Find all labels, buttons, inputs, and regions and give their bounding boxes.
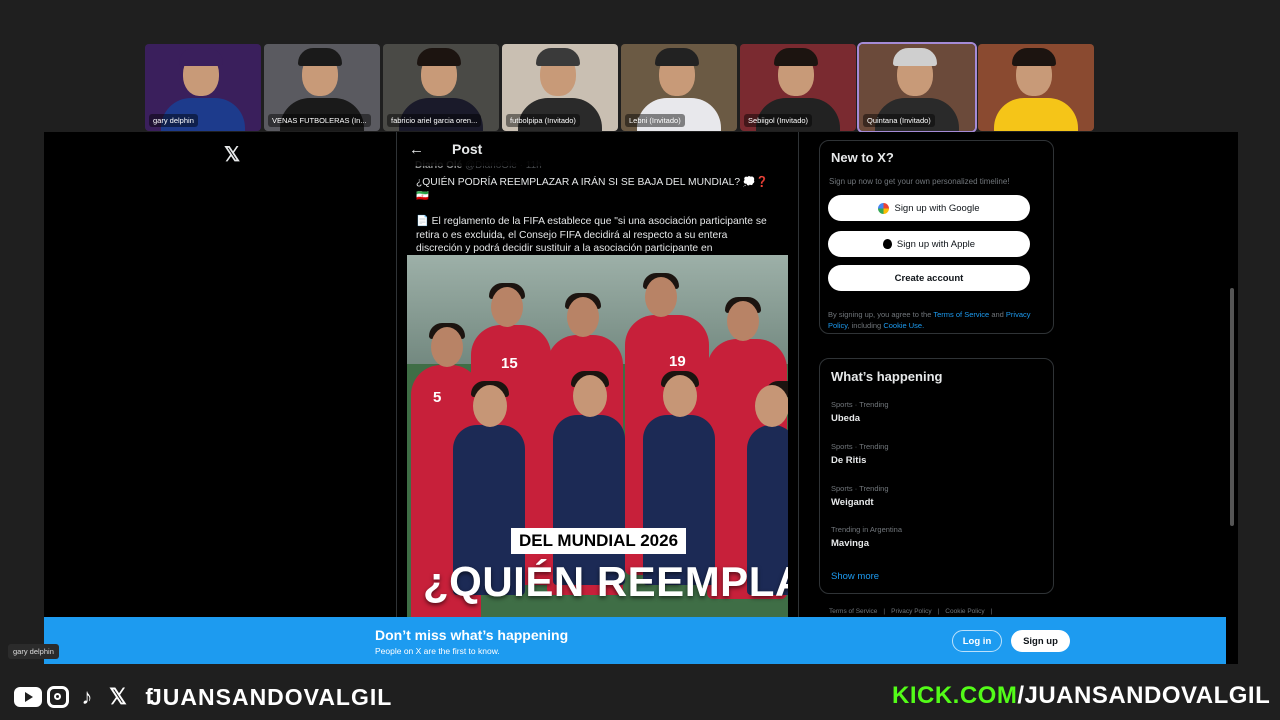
apple-signup-label: Sign up with Apple: [896, 238, 976, 250]
post-header: ← Post: [397, 132, 798, 166]
create-account-button[interactable]: Create account: [828, 265, 1030, 291]
google-signup-button[interactable]: Sign up with Google: [828, 195, 1030, 221]
footer-separator: |: [937, 608, 940, 615]
participant-hair: [774, 48, 818, 66]
legal-pre: By signing up, you agree to the: [828, 310, 932, 319]
jersey-number: 15: [501, 355, 518, 372]
banner-title: Don’t miss what’s happening: [375, 627, 569, 643]
post-column: ← Post Diario Olé @DiarioOle · 11h ¿QUIÉ…: [396, 132, 799, 664]
participant-tile[interactable]: fabricio ariel garcia oren...: [383, 44, 499, 131]
legal-and: and: [991, 310, 1004, 319]
x-logo-icon[interactable]: 𝕏: [224, 142, 240, 167]
participant-hair: [536, 48, 580, 66]
apple-signup-button[interactable]: Sign up with Apple: [828, 231, 1030, 257]
participant-name: fabricio ariel garcia oren...: [387, 114, 482, 127]
jersey-number: 5: [433, 389, 442, 406]
panel-title: What’s happening: [831, 369, 943, 384]
participant-name: futbolpipa (Invitado): [506, 114, 580, 127]
participant-tile[interactable]: Quintana (Invitado): [857, 42, 977, 133]
participant-hair: [655, 48, 699, 66]
panel-title: New to X?: [831, 150, 894, 165]
participant-strip: gary delphin VENAS FUTBOLERAS (In... fabri…: [145, 42, 1094, 133]
signup-legal-text: By signing up, you agree to the Terms of…: [828, 309, 1043, 331]
kick-domain: KICK.COM: [892, 682, 1018, 709]
participant-hair: [417, 48, 461, 66]
social-icons: ♪ 𝕏 f: [14, 684, 162, 710]
trend-name: De Ritis: [831, 455, 867, 466]
stream-layout: gary delphin VENAS FUTBOLERAS (In... fabri…: [0, 0, 1280, 720]
participant-name: Quintana (Invitado): [863, 114, 935, 127]
scrollbar-thumb[interactable]: [1230, 288, 1234, 526]
terms-footer-link[interactable]: Terms of Service: [829, 608, 877, 615]
participant-hair: [1012, 48, 1056, 66]
trend-category: Sports · Trending: [831, 484, 889, 493]
jersey-number: 19: [669, 353, 686, 370]
trend-category: Trending in Argentina: [831, 525, 903, 534]
footer-links: Terms of Service | Privacy Policy | Cook…: [829, 608, 992, 615]
participant-body: [994, 98, 1078, 131]
trend-category: Sports · Trending: [831, 400, 889, 409]
kick-path: /JUANSANDOVALGIL: [1017, 682, 1271, 709]
participant-tile[interactable]: gary delphin: [145, 44, 261, 131]
participant-name: Sebiigol (Invitado): [744, 114, 813, 127]
page-scrollbar[interactable]: [1230, 138, 1234, 658]
privacy-footer-link[interactable]: Privacy Policy: [891, 608, 931, 615]
participant-hair: [179, 48, 223, 66]
tweet-line-2: 📄 El reglamento de la FIFA establece que…: [416, 216, 767, 255]
trend-item[interactable]: Sports · Trending De Ritis: [831, 442, 889, 466]
signup-button[interactable]: Sign up: [1011, 630, 1070, 652]
banner-subtitle: People on X are the first to know.: [375, 646, 500, 656]
back-arrow-icon[interactable]: ←: [409, 141, 424, 158]
trend-name: Weigandt: [831, 497, 874, 508]
cookie-footer-link[interactable]: Cookie Policy: [945, 608, 984, 615]
kick-channel: KICK.COM/JUANSANDOVALGIL: [892, 682, 1270, 710]
footer-separator: |: [990, 608, 993, 615]
participant-tile[interactable]: futbolpipa (Invitado): [502, 44, 618, 131]
participant-name: VENAS FUTBOLERAS (In...: [268, 114, 371, 127]
image-banner: DEL MUNDIAL 2026: [511, 528, 687, 554]
cookie-link[interactable]: Cookie Use.: [883, 321, 924, 330]
google-signup-label: Sign up with Google: [894, 202, 980, 214]
participant-hair: [893, 48, 937, 66]
image-headline: ¿QUIÉN REEMPLAZA: [423, 558, 788, 605]
trend-item[interactable]: Trending in Argentina Mavinga: [831, 525, 902, 549]
tweet-media-image[interactable]: 5 15 19 DEL MUNDIAL 2026 ¿QUIÉN REEMPLAZ…: [407, 255, 788, 664]
trend-name: Mavinga: [831, 538, 870, 549]
instagram-icon: [47, 686, 69, 708]
login-button[interactable]: Log in: [952, 630, 1002, 652]
participant-tile[interactable]: Lebni (Invitado): [621, 44, 737, 131]
trend-name: Ubeda: [831, 413, 861, 424]
terms-link[interactable]: Terms of Service: [933, 310, 989, 319]
google-icon: [878, 202, 890, 214]
participant-tile[interactable]: VENAS FUTBOLERAS (In...: [264, 44, 380, 131]
participant-tile[interactable]: [978, 44, 1094, 131]
participant-tile[interactable]: Sebiigol (Invitado): [740, 44, 856, 131]
screen-share: 𝕏 ← Post Diario Olé @DiarioOle · 11h ¿QU…: [44, 132, 1238, 664]
streamer-handle: JUANSANDOVALGIL: [149, 684, 393, 710]
whats-happening-panel: What’s happening Sports · Trending Ubeda…: [819, 358, 1054, 594]
footer-separator: |: [883, 608, 886, 615]
youtube-icon: [14, 687, 42, 707]
trend-category: Sports · Trending: [831, 442, 889, 451]
participant-name: gary delphin: [149, 114, 198, 127]
signup-banner: Don’t miss what’s happening People on X …: [44, 617, 1226, 664]
x-icon: 𝕏: [109, 684, 127, 709]
new-to-x-panel: New to X? Sign up now to get your own pe…: [819, 140, 1054, 334]
trend-item[interactable]: Sports · Trending Ubeda: [831, 400, 889, 424]
tiktok-icon: ♪: [81, 684, 93, 709]
speaker-name-tag: gary delphin: [8, 644, 59, 659]
participant-hair: [298, 48, 342, 66]
legal-including: , including: [847, 321, 882, 330]
trend-item[interactable]: Sports · Trending Weigandt: [831, 484, 889, 508]
participant-name: Lebni (Invitado): [625, 114, 685, 127]
tweet-line-1: ¿QUIÉN PODRÍA REEMPLAZAR A IRÁN SI SE BA…: [416, 177, 769, 202]
apple-icon: [882, 239, 892, 249]
panel-subtitle: Sign up now to get your own personalized…: [829, 177, 1010, 186]
show-more-link[interactable]: Show more: [831, 571, 879, 582]
page-title: Post: [452, 141, 483, 157]
